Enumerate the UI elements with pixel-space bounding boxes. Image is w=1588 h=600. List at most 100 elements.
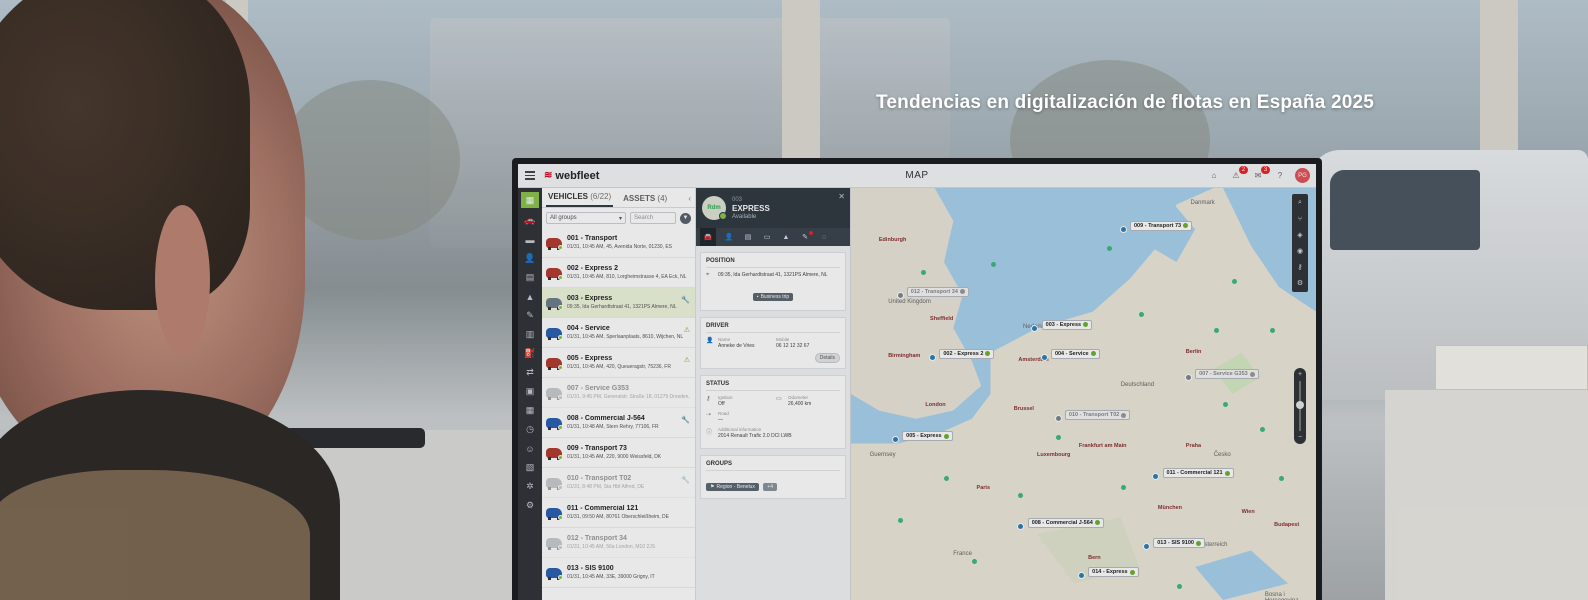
route-icon[interactable]: ⇄	[521, 366, 539, 379]
route-icon[interactable]: ⑂	[1294, 213, 1306, 225]
vehicle-marker[interactable]	[891, 436, 899, 444]
zoom-control[interactable]: + −	[1294, 368, 1306, 444]
status-dot	[985, 351, 991, 357]
vehicle-row[interactable]: 013 - SIS 9100 01/31, 10:45 AM, 33E, 3900…	[542, 558, 695, 588]
vehicle-map-label[interactable]: 002 - Express 2	[939, 348, 995, 359]
map-place-label: Praha	[1185, 443, 1202, 450]
close-icon[interactable]: ✕	[838, 192, 845, 201]
car-icon[interactable]: 🚘	[700, 228, 716, 246]
message-icon[interactable]: ✉ 3	[1251, 165, 1270, 183]
vehicle-map-label[interactable]: 004 - Service	[1050, 348, 1100, 359]
alert-icon[interactable]: ⚠ 2	[1229, 165, 1248, 183]
vehicle-row[interactable]: 004 - Service 01/31, 10:45 AM, Sperlaanpl…	[542, 318, 695, 348]
chart-icon[interactable]: ▥	[521, 328, 539, 341]
warning-icon[interactable]: ▲	[780, 231, 792, 243]
fuel-icon[interactable]: ⛽	[521, 347, 539, 360]
driver-details-button[interactable]: Details	[814, 353, 840, 363]
clipboard-icon[interactable]: ▤	[742, 231, 754, 243]
poi-marker[interactable]	[1232, 278, 1238, 284]
search-input[interactable]: Search	[630, 212, 676, 224]
asset-icon[interactable]: ▬	[521, 233, 539, 246]
driver-icon[interactable]: 👤	[521, 252, 539, 265]
business-trip-button[interactable]: ▪ Business trip	[752, 293, 794, 301]
group-select[interactable]: All groups ▾	[546, 212, 626, 224]
layers-icon[interactable]: ◈	[1294, 229, 1306, 241]
warning-icon[interactable]: ▲	[521, 290, 539, 303]
vehicle-row[interactable]: 007 - Service G353 01/31, 9:45 PM, Genera…	[542, 378, 695, 408]
map-view[interactable]: Edinburgh Danmark United Kingdom Sheffield B…	[851, 188, 1316, 600]
poi-marker[interactable]	[1269, 328, 1275, 334]
poi-marker[interactable]	[1213, 328, 1219, 334]
vehicle-row[interactable]: 010 - Transport T02 01/31, 8:48 PM, Sta H…	[542, 468, 695, 498]
zoom-out-icon[interactable]: −	[1298, 434, 1302, 441]
zoom-knob[interactable]	[1296, 401, 1304, 409]
vehicle-map-label[interactable]: 007 - Service G353	[1195, 369, 1259, 380]
vehicle-row[interactable]: 001 - Transport 01/31, 10:45 AM, 45, Aven…	[542, 228, 695, 258]
vehicle-row[interactable]: 008 - Commercial J-564 01/31, 10:48 AM, S…	[542, 408, 695, 438]
vehicle-icon[interactable]: 🚗	[521, 214, 539, 227]
poi-marker[interactable]	[1055, 435, 1061, 441]
tab-vehicles[interactable]: VEHICLES (6/22)	[546, 188, 614, 207]
search-icon[interactable]: ⌕	[1294, 197, 1306, 209]
signal-icon[interactable]: ◌	[818, 231, 830, 243]
vehicle-row[interactable]: 005 - Express 01/31, 10:45 AM, 420, Queue…	[542, 348, 695, 378]
vehicle-row[interactable]: 011 - Commercial 121 01/31, 09:50 AM, 807…	[542, 498, 695, 528]
person-icon[interactable]: ☺	[521, 442, 539, 455]
map-icon[interactable]: ▦	[521, 192, 539, 208]
vehicle-map-label[interactable]: 010 - Transport T02	[1064, 410, 1131, 421]
vehicle-map-label[interactable]: 009 - Transport 73	[1130, 220, 1193, 231]
settings-icon[interactable]: ⚙	[1294, 277, 1306, 289]
order-icon[interactable]: ▧	[521, 461, 539, 474]
poi-marker[interactable]	[1139, 311, 1145, 317]
collapse-icon[interactable]: ‹	[688, 190, 691, 207]
report-icon[interactable]: ▤	[521, 271, 539, 284]
vehicle-map-label[interactable]: 011 - Commercial 121	[1162, 468, 1234, 479]
help-icon[interactable]: ?	[1273, 169, 1287, 183]
vehicle-map-label[interactable]: 008 - Commercial J-564	[1027, 517, 1104, 528]
vehicle-marker[interactable]	[896, 291, 904, 299]
vehicle-map-label[interactable]: 013 - SIS 9100	[1153, 538, 1205, 549]
status-dot	[1249, 371, 1255, 377]
wrench-icon[interactable]: ✎	[521, 309, 539, 322]
vehicle-marker[interactable]	[1119, 225, 1127, 233]
poi-marker[interactable]	[990, 262, 996, 268]
zoom-slider[interactable]	[1296, 381, 1304, 431]
vehicle-map-label[interactable]: 012 - Transport 34	[906, 286, 969, 297]
key-icon[interactable]: ⚷	[1294, 261, 1306, 273]
vehicle-map-label[interactable]: 003 - Express	[1041, 319, 1093, 330]
settings-icon[interactable]: ✲	[521, 480, 539, 493]
user-avatar[interactable]: PG	[1295, 168, 1310, 183]
more-groups-chip[interactable]: +4	[763, 483, 777, 491]
driver-icon[interactable]: 👤	[723, 231, 735, 243]
zoom-in-icon[interactable]: +	[1298, 371, 1302, 378]
grid-icon[interactable]: ▦	[521, 404, 539, 417]
group-chip[interactable]: ⚑ Region - Benelux	[706, 483, 759, 491]
vehicle-name: 003 - Express	[567, 295, 613, 302]
poi-marker[interactable]	[1176, 583, 1182, 589]
vehicle-row[interactable]: 009 - Transport 73 01/31, 10:45 AM, 220, …	[542, 438, 695, 468]
home-icon[interactable]: ⌂	[1207, 169, 1221, 183]
poi-marker[interactable]	[1106, 245, 1112, 251]
clock-icon[interactable]: ◷	[521, 423, 539, 436]
vehicle-map-label[interactable]: 014 - Express	[1088, 567, 1139, 578]
gear-icon[interactable]: ⚙	[521, 499, 539, 512]
vehicle-marker[interactable]	[929, 353, 937, 361]
vehicle-row[interactable]: 012 - Transport 34 01/31, 10:45 AM, 56a L…	[542, 528, 695, 558]
vehicle-marker[interactable]	[1077, 571, 1085, 579]
calendar-icon[interactable]: ▣	[521, 385, 539, 398]
vehicle-address: 01/31, 10:45 AM, 45, Avenida Norte, 0123…	[567, 244, 672, 250]
wrench-icon[interactable]: ✎	[799, 231, 813, 243]
poi-marker[interactable]	[971, 558, 977, 564]
truck-icon[interactable]: ▭	[761, 231, 773, 243]
vehicle-row[interactable]: 003 - Express 09:35, Ida Gerhardtstraat 4…	[542, 288, 695, 318]
tab-assets[interactable]: ASSETS (4)	[621, 190, 669, 207]
poi-marker[interactable]	[897, 517, 903, 523]
vehicle-row[interactable]: 002 - Express 2 01/31, 10:45 AM, 810, Lor…	[542, 258, 695, 288]
status-dot	[558, 515, 563, 520]
filter-icon[interactable]: ▼	[680, 212, 691, 224]
map-place-label: Sheffield	[930, 315, 954, 322]
traffic-icon[interactable]: ◉	[1294, 245, 1306, 257]
poi-marker[interactable]	[1120, 484, 1126, 490]
vehicle-marker[interactable]	[1040, 353, 1048, 361]
vehicle-map-label[interactable]: 005 - Express	[902, 431, 953, 442]
